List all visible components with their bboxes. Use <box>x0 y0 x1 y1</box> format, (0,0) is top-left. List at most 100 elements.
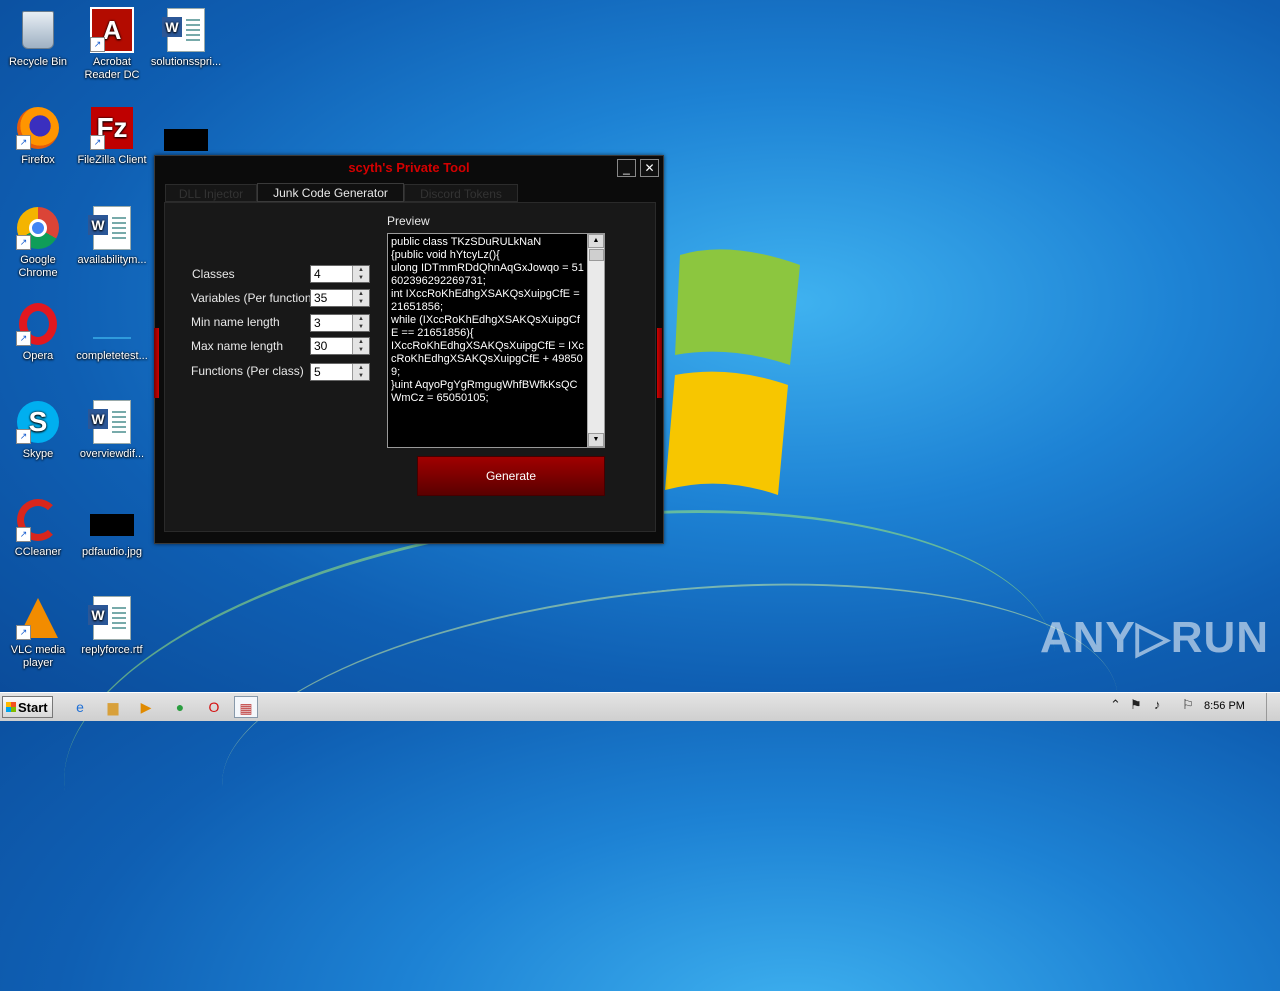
preview-code: public class TKzSDuRULkNaN {public void … <box>391 236 584 404</box>
desktop-icon-label: solutionsspri... <box>150 56 222 68</box>
max-name-length-value: 30 <box>314 339 328 353</box>
media-player-icon[interactable]: ▶ <box>134 696 158 718</box>
max-name-length-stepper[interactable]: 30 ▲ ▼ <box>310 337 370 355</box>
desktop-icon-solutions-doc[interactable]: solutionsspri... <box>148 8 224 69</box>
shortcut-arrow-icon: ↗ <box>16 527 31 542</box>
generate-button[interactable]: Generate <box>417 456 605 496</box>
shortcut-arrow-icon: ↗ <box>90 37 105 52</box>
file-explorer-icon[interactable]: ▆ <box>101 696 125 718</box>
scroll-down-icon[interactable]: ▼ <box>588 433 604 447</box>
opera-icon: ↗ <box>16 302 60 346</box>
word-document-icon <box>88 400 134 444</box>
desktop-icon-opera[interactable]: ↗ Opera <box>0 302 76 363</box>
word-document-icon <box>88 206 134 250</box>
junk-code-panel: Preview Classes 4 ▲ ▼ Variables (Per func… <box>164 202 656 532</box>
preview-textarea[interactable]: public class TKzSDuRULkNaN {public void … <box>387 233 605 448</box>
desktop-icon-label: Firefox <box>21 154 55 166</box>
image-thumbnail-icon <box>90 508 134 542</box>
ccleaner-icon: ↗ <box>16 498 60 542</box>
desktop-icon-replyforce[interactable]: replyforce.rtf <box>74 596 150 657</box>
internet-explorer-icon[interactable]: e <box>68 696 92 718</box>
tab-discord-tokens[interactable]: Discord Tokens <box>404 184 518 202</box>
file-icon <box>90 302 134 346</box>
max-name-length-label: Max name length <box>191 339 284 353</box>
minimize-button[interactable]: _ <box>617 159 636 177</box>
scroll-thumb[interactable] <box>589 249 604 261</box>
desktop-icon-completetest[interactable]: completetest... <box>74 302 150 363</box>
min-name-length-value: 3 <box>314 316 321 330</box>
desktop-icon-label: Acrobat Reader DC <box>84 56 140 81</box>
word-document-icon <box>162 8 208 52</box>
min-name-length-stepper[interactable]: 3 ▲ ▼ <box>310 314 370 332</box>
volume-icon[interactable]: ♪ <box>1154 697 1161 712</box>
variables-stepper[interactable]: 35 ▲ ▼ <box>310 289 370 307</box>
shortcut-arrow-icon: ↗ <box>16 235 31 250</box>
action-center-icon[interactable]: ⚑ <box>1130 697 1142 713</box>
firefox-icon: ↗ <box>16 106 60 150</box>
classes-value: 4 <box>314 267 321 281</box>
show-desktop-button[interactable] <box>1266 693 1280 721</box>
taskbar-clock[interactable]: 8:56 PM <box>1204 700 1245 712</box>
window-red-accent <box>657 328 662 398</box>
desktop-icon-label: completetest... <box>76 350 148 362</box>
spin-arrows-icon[interactable]: ▲ ▼ <box>352 364 369 380</box>
desktop-icon-recycle-bin[interactable]: Recycle Bin <box>0 8 76 69</box>
tab-dll-injector[interactable]: DLL Injector <box>165 184 257 202</box>
functions-stepper[interactable]: 5 ▲ ▼ <box>310 363 370 381</box>
scroll-up-icon[interactable]: ▲ <box>588 234 604 248</box>
shortcut-arrow-icon: ↗ <box>16 135 31 150</box>
desktop-icon-label: Opera <box>22 350 54 362</box>
windows-logo-wallpaper <box>665 249 800 495</box>
start-button[interactable]: Start <box>2 696 53 718</box>
tool-taskbar-icon[interactable]: ▦ <box>234 696 258 718</box>
spin-arrows-icon[interactable]: ▲ ▼ <box>352 315 369 331</box>
variables-label: Variables (Per function) <box>191 291 316 305</box>
desktop-icon-vlc[interactable]: ↗ VLC media player <box>0 596 76 670</box>
preview-scrollbar[interactable]: ▲ ▼ <box>587 234 604 447</box>
tray-expand-icon[interactable]: ⌃ <box>1110 697 1121 713</box>
desktop-icon-label: FileZilla Client <box>77 154 147 166</box>
network-flag-icon[interactable]: ⚐ <box>1182 697 1194 713</box>
desktop-icon-firefox[interactable]: ↗ Firefox <box>0 106 76 167</box>
shortcut-arrow-icon: ↗ <box>16 625 31 640</box>
preview-label: Preview <box>387 214 430 228</box>
chrome-icon: ↗ <box>16 206 60 250</box>
classes-label: Classes <box>192 267 235 281</box>
desktop-icon-ccleaner[interactable]: ↗ CCleaner <box>0 498 76 559</box>
functions-value: 5 <box>314 365 321 379</box>
desktop-icon-availability-doc[interactable]: availabilitym... <box>74 206 150 267</box>
classes-stepper[interactable]: 4 ▲ ▼ <box>310 265 370 283</box>
tool-window[interactable]: scyth's Private Tool _ ✕ DLL Injector Ju… <box>154 155 664 544</box>
desktop-icon-filezilla[interactable]: Fz ↗ FileZilla Client <box>74 106 150 167</box>
close-button[interactable]: ✕ <box>640 159 659 177</box>
shortcut-arrow-icon: ↗ <box>16 429 31 444</box>
window-title: scyth's Private Tool <box>348 160 470 175</box>
shortcut-arrow-icon: ↗ <box>90 135 105 150</box>
min-name-length-label: Min name length <box>191 315 280 329</box>
desktop-icon-label: Recycle Bin <box>8 56 68 68</box>
desktop-icon-pdfaudio[interactable]: pdfaudio.jpg <box>74 508 150 559</box>
taskbar: Start e ▆ ▶ ● O ▦ ⌃ ⚑ ♪ ⚐ 8:56 PM <box>0 692 1280 721</box>
variables-value: 35 <box>314 291 328 305</box>
desktop-icon-label: Google Chrome <box>18 254 58 279</box>
spin-arrows-icon[interactable]: ▲ ▼ <box>352 338 369 354</box>
functions-label: Functions (Per class) <box>191 364 304 378</box>
desktop-icon-chrome[interactable]: ↗ Google Chrome <box>0 206 76 280</box>
opera-taskbar-icon[interactable]: O <box>202 696 226 718</box>
desktop-icon-label: overviewdif... <box>79 448 145 460</box>
spin-arrows-icon[interactable]: ▲ ▼ <box>352 266 369 282</box>
desktop-icon-label: VLC media player <box>10 644 66 669</box>
window-red-accent <box>154 328 159 398</box>
desktop-icon-label: Skype <box>22 448 54 460</box>
desktop-icon-label: pdfaudio.jpg <box>82 546 142 558</box>
desktop-icon-acrobat[interactable]: A ↗ Acrobat Reader DC <box>74 7 150 82</box>
spin-arrows-icon[interactable]: ▲ ▼ <box>352 290 369 306</box>
vlc-icon: ↗ <box>16 596 60 640</box>
chrome-taskbar-icon[interactable]: ● <box>168 696 192 718</box>
desktop-icon-overview-doc[interactable]: overviewdif... <box>74 400 150 461</box>
desktop-icon-skype[interactable]: S ↗ Skype <box>0 400 76 461</box>
tab-junk-code-generator[interactable]: Junk Code Generator <box>257 183 404 202</box>
shortcut-arrow-icon: ↗ <box>16 331 31 346</box>
anyrun-watermark: ANY▷RUN <box>1040 613 1270 662</box>
acrobat-icon: A ↗ <box>90 7 134 53</box>
